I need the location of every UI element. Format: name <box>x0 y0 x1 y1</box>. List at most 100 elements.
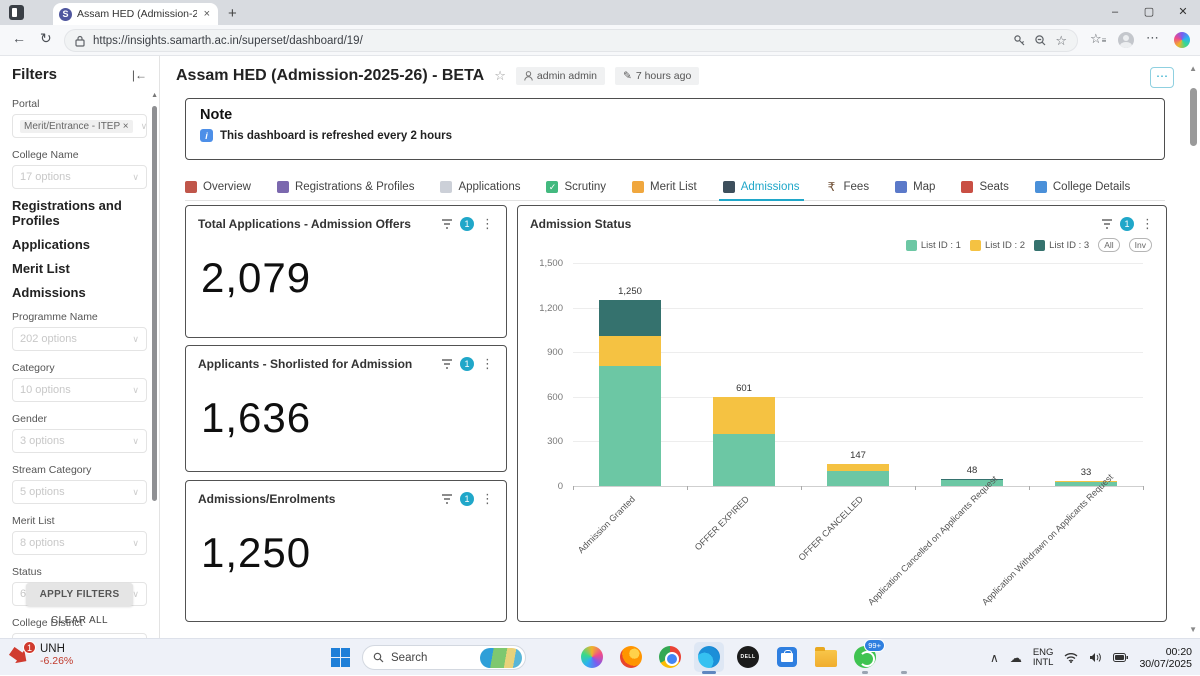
battery-icon[interactable] <box>1113 653 1129 662</box>
sidebar-scroll-thumb[interactable] <box>152 106 157 501</box>
filter-select-gender[interactable]: 3 options ∨ <box>12 429 147 453</box>
start-button[interactable] <box>331 648 350 667</box>
card-kebab-menu-icon[interactable]: ⋮ <box>481 216 494 232</box>
filter-funnel-icon[interactable] <box>1101 218 1113 230</box>
filter-count-badge[interactable]: 1 <box>1120 217 1134 231</box>
tab-merit-list[interactable]: Merit List <box>632 174 697 200</box>
tab-seats[interactable]: Seats <box>961 174 1009 200</box>
edge-taskbar-icon[interactable] <box>694 642 724 674</box>
main-scroll-down-icon[interactable]: ▼ <box>1189 625 1197 634</box>
bar-segment[interactable] <box>827 471 889 486</box>
tray-chevron-icon[interactable]: ∧ <box>990 651 999 665</box>
taskbar-search[interactable]: Search <box>362 645 526 670</box>
bar-segment[interactable] <box>713 396 775 434</box>
copilot-icon[interactable] <box>1174 32 1190 48</box>
sidebar-scrollbar[interactable] <box>152 90 157 630</box>
legend-button-inv[interactable]: Inv <box>1128 238 1152 252</box>
filter-select-portal[interactable]: Merit/Entrance - ITEP × ∨ <box>12 114 147 138</box>
bookmark-star-icon[interactable]: ☆ <box>1055 33 1067 49</box>
clock[interactable]: 00:20 30/07/2025 <box>1139 646 1192 670</box>
favorite-star-icon[interactable]: ☆ <box>494 68 506 84</box>
legend-item[interactable]: List ID : 1 <box>905 239 961 251</box>
card-header-icons: 1 ⋮ <box>441 491 494 507</box>
store-taskbar-icon[interactable] <box>772 642 802 672</box>
legend-button-all[interactable]: All <box>1098 238 1120 252</box>
tab-admissions[interactable]: Admissions <box>718 174 804 201</box>
sidebar-section-registrations-and-profiles[interactable]: Registrations and Profiles <box>12 198 147 228</box>
file-explorer-taskbar-icon[interactable] <box>811 642 841 672</box>
filter-count-badge[interactable]: 1 <box>460 217 474 231</box>
language-indicator[interactable]: ENG INTL <box>1033 647 1054 668</box>
main-scroll-up-icon[interactable]: ▲ <box>1189 64 1197 73</box>
whatsapp-taskbar-icon[interactable]: 99+ <box>850 639 885 674</box>
zoom-out-icon[interactable] <box>1034 34 1047 47</box>
filter-placeholder: 3 options <box>20 435 65 447</box>
filter-select-college-name[interactable]: 17 options ∨ <box>12 165 147 189</box>
filter-select-category[interactable]: 10 options ∨ <box>12 378 147 402</box>
task-view-taskbar-icon[interactable] <box>538 642 568 672</box>
collapse-sidebar-icon[interactable]: |← <box>132 68 147 82</box>
tab-close-icon[interactable]: × <box>202 8 212 20</box>
card-kebab-menu-icon[interactable]: ⋮ <box>481 356 494 372</box>
bar-segment[interactable] <box>599 335 661 366</box>
filter-tag[interactable]: Merit/Entrance - ITEP × <box>20 119 133 133</box>
last-modified-chip[interactable]: ✎ 7 hours ago <box>615 67 700 85</box>
tab-applications[interactable]: Applications <box>440 174 520 200</box>
search-highlight-image[interactable] <box>480 647 522 668</box>
copilot-taskbar-icon[interactable] <box>577 642 607 672</box>
dell-taskbar-icon[interactable]: DELL <box>733 642 763 672</box>
tab-college-details[interactable]: College Details <box>1034 174 1130 200</box>
back-icon[interactable]: ← <box>12 30 26 46</box>
close-button[interactable]: ✕ <box>1166 0 1200 25</box>
tab-registrations-profiles[interactable]: Registrations & Profiles <box>276 174 414 200</box>
bar-segment[interactable] <box>713 433 775 486</box>
filter-placeholder: 5 options <box>20 486 65 498</box>
wifi-icon[interactable] <box>1064 652 1078 663</box>
refresh-icon[interactable]: ↻ <box>40 30 52 47</box>
bar-segment[interactable] <box>827 464 889 472</box>
clear-all-button[interactable]: CLEAR ALL <box>0 615 159 626</box>
filter-funnel-icon[interactable] <box>441 358 453 370</box>
password-key-icon[interactable] <box>1013 34 1026 47</box>
bar-segment[interactable] <box>599 365 661 486</box>
browser-tab[interactable]: S Assam HED (Admission-2025-26) × <box>53 3 218 25</box>
filter-count-badge[interactable]: 1 <box>460 357 474 371</box>
sidebar-section-applications[interactable]: Applications <box>12 237 147 252</box>
speaker-icon[interactable] <box>1089 652 1102 663</box>
filter-count-badge[interactable]: 1 <box>460 492 474 506</box>
filter-select-merit-list[interactable]: 8 options ∨ <box>12 531 147 555</box>
new-tab-button[interactable]: + <box>228 5 237 22</box>
dashboard-menu-button[interactable]: ⋯ <box>1150 67 1174 88</box>
tab-map[interactable]: Map <box>895 174 935 200</box>
bar-segment[interactable] <box>599 300 661 336</box>
maximize-button[interactable]: ▢ <box>1132 0 1166 25</box>
owner-chip[interactable]: admin admin <box>515 67 606 85</box>
main-scroll-thumb[interactable] <box>1190 88 1197 146</box>
sidebar-section-admissions[interactable]: Admissions <box>12 285 147 300</box>
filter-select-programme-name[interactable]: 202 options ∨ <box>12 327 147 351</box>
sidebar-section-merit-list[interactable]: Merit List <box>12 261 147 276</box>
minimize-button[interactable]: – <box>1098 0 1132 25</box>
filter-funnel-icon[interactable] <box>441 493 453 505</box>
dashboard-title: Assam HED (Admission-2025-26) - BETA <box>176 67 485 84</box>
tab-scrutiny[interactable]: ✓ Scrutiny <box>546 174 606 200</box>
card-kebab-menu-icon[interactable]: ⋮ <box>481 491 494 507</box>
profile-avatar[interactable] <box>1118 32 1134 48</box>
window-icon[interactable] <box>9 5 24 20</box>
filter-select-stream-category[interactable]: 5 options ∨ <box>12 480 147 504</box>
chrome-taskbar-icon[interactable] <box>655 642 685 672</box>
onedrive-cloud-icon[interactable]: ☁ <box>1010 651 1022 665</box>
legend-item[interactable]: List ID : 2 <box>969 239 1025 251</box>
firefox-taskbar-icon[interactable] <box>616 642 646 672</box>
widgets-button[interactable]: 1 UNH -6.26% <box>10 641 73 667</box>
legend-item[interactable]: List ID : 3 <box>1034 239 1089 251</box>
address-bar[interactable]: https://insights.samarth.ac.in/superset/… <box>64 29 1078 52</box>
browser-menu-icon[interactable]: ⋯ <box>1146 30 1159 46</box>
chart-kebab-menu-icon[interactable]: ⋮ <box>1141 216 1154 232</box>
tab-overview[interactable]: Overview <box>185 174 251 200</box>
notepad-taskbar-icon[interactable] <box>889 642 919 674</box>
favorites-collections-icon[interactable]: ☆≡ <box>1090 31 1106 47</box>
filter-funnel-icon[interactable] <box>441 218 453 230</box>
tab-fees[interactable]: ₹ Fees <box>826 174 869 200</box>
apply-filters-button[interactable]: APPLY FILTERS <box>25 583 134 606</box>
